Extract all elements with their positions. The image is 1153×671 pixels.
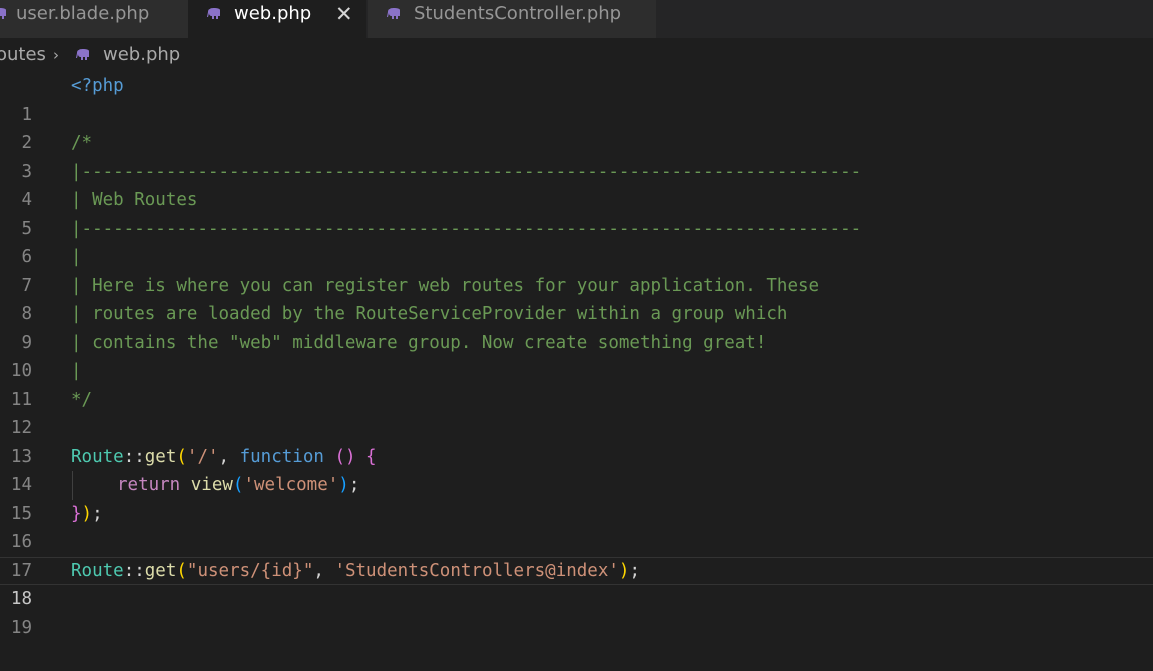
code-line[interactable]: 16 }); (0, 500, 1153, 553)
bracket-token: { (355, 446, 377, 467)
class-token: Route (71, 446, 124, 467)
code-line[interactable]: 13 (0, 414, 1153, 467)
code-line[interactable]: 15 return view('welcome'); (0, 471, 1153, 524)
bracket-token: ( (176, 560, 187, 581)
code-line[interactable]: 6 |-------------------------------------… (0, 215, 1153, 268)
operator-token: :: (123, 446, 145, 467)
close-icon[interactable]: ✕ (335, 0, 353, 28)
chevron-right-icon: › (53, 46, 59, 64)
code-line[interactable]: 10 | contains the "web" middleware group… (0, 329, 1153, 382)
string-token: 'welcome' (243, 475, 339, 495)
code-text: | routes are loaded by the RouteServiceP… (71, 304, 788, 324)
bracket-token: } (71, 503, 82, 524)
php-elephant-icon (0, 7, 6, 19)
breadcrumb: outes › web.php (0, 40, 1153, 70)
line-number: 19 (10, 617, 32, 638)
php-elephant-icon (76, 48, 89, 60)
bracket-token: ( (232, 475, 244, 495)
code-text: Route::get('/', function () { (71, 443, 377, 472)
code-line[interactable]: 7 | (0, 243, 1153, 296)
code-line[interactable]: 3 /* (0, 129, 1153, 182)
code-text: |---------------------------------------… (71, 218, 862, 239)
code-editor[interactable]: 1 <?php 2 3 /* 4 |----------------------… (0, 72, 1153, 638)
keyword-token: function (239, 446, 324, 467)
function-token: view (190, 475, 233, 495)
code-text: /* (71, 133, 93, 153)
indent-guide (72, 471, 73, 500)
punctuation-token: ; (629, 560, 641, 581)
code-text: | Here is where you can register web rou… (71, 275, 820, 296)
punctuation-token: ; (348, 475, 360, 495)
editor-tab-bar: user.blade.php web.php ✕ StudentsControl… (0, 0, 1153, 38)
punctuation-token: , (218, 446, 240, 467)
code-text: | (71, 361, 82, 381)
code-text: */ (71, 389, 93, 410)
bracket-token: ) (618, 560, 630, 581)
code-line[interactable]: 4 |-------------------------------------… (0, 158, 1153, 211)
bracket-token: ) (81, 503, 93, 524)
tab-label: user.blade.php (16, 3, 150, 24)
php-elephant-icon (207, 7, 220, 19)
code-line-current[interactable]: 18 Route::get("users/{id}", 'StudentsCon… (0, 557, 1153, 610)
tab-label: web.php (234, 3, 312, 24)
code-line[interactable]: 11 | (0, 357, 1153, 410)
tab-label: StudentsController.php (414, 3, 622, 24)
code-text: | contains the "web" middleware group. N… (71, 332, 767, 353)
punctuation-token: ; (92, 503, 103, 524)
code-text: | (71, 247, 82, 267)
code-text: <?php (71, 76, 124, 96)
breadcrumb-file[interactable]: web.php (103, 40, 180, 70)
code-line[interactable]: 9 | routes are loaded by the RouteServic… (0, 300, 1153, 353)
code-text: |---------------------------------------… (71, 161, 862, 182)
string-token: 'StudentsControllers@index' (334, 560, 619, 581)
code-text: | Web Routes (71, 190, 198, 210)
code-line[interactable]: 5 | Web Routes (0, 186, 1153, 239)
tab-web-php[interactable]: web.php ✕ (188, 0, 366, 38)
code-line[interactable]: 14 Route::get('/', function () { (0, 443, 1153, 496)
code-line[interactable]: 8 | Here is where you can register web r… (0, 272, 1153, 325)
function-token: get (144, 560, 177, 581)
keyword-token: return (117, 475, 181, 495)
string-token: "users/{id}" (186, 560, 314, 581)
code-line[interactable]: 17 (0, 528, 1153, 581)
php-elephant-icon (387, 7, 400, 19)
bracket-token: ) (338, 475, 349, 495)
code-line[interactable]: 12 */ (0, 386, 1153, 439)
bracket-token: () (323, 446, 356, 467)
code-line[interactable]: 19 (0, 585, 1153, 638)
operator-token: :: (123, 560, 145, 581)
string-token: '/' (186, 446, 219, 467)
code-line[interactable]: 1 <?php (0, 72, 1153, 125)
code-line[interactable]: 2 (0, 101, 1153, 153)
breadcrumb-folder[interactable]: outes (0, 40, 46, 70)
code-text: Route::get("users/{id}", 'StudentsContro… (71, 557, 640, 586)
tab-students-controller-php[interactable]: StudentsController.php (368, 0, 656, 38)
bracket-token: ( (176, 446, 187, 467)
function-token: get (144, 446, 177, 467)
code-text: return view('welcome'); (117, 471, 359, 500)
punctuation-token: , (313, 560, 335, 581)
tab-user-blade-php[interactable]: user.blade.php (0, 0, 188, 38)
code-text: }); (71, 500, 103, 529)
class-token: Route (71, 560, 124, 581)
